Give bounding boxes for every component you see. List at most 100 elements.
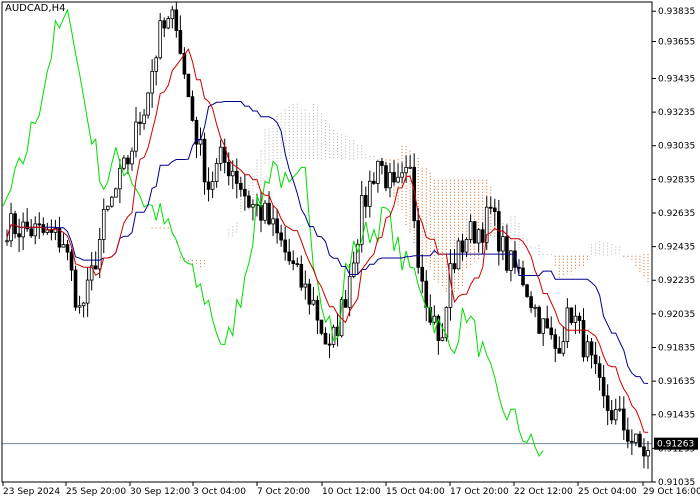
candle-body bbox=[630, 440, 634, 443]
candle-body bbox=[597, 363, 602, 378]
candle-body bbox=[541, 318, 545, 334]
candle-body bbox=[372, 180, 376, 184]
candle-body bbox=[424, 280, 429, 308]
price-tick-label: 0.92635 bbox=[658, 209, 695, 219]
candle-body bbox=[521, 267, 525, 286]
candle-body bbox=[529, 296, 533, 308]
candle-body bbox=[585, 341, 590, 358]
candle-body bbox=[392, 172, 396, 183]
candle-body bbox=[202, 138, 207, 183]
time-tick-label: 17 Oct 20:00 bbox=[450, 487, 509, 497]
price-chart[interactable]: 0.93835 0.93655 0.93435 0.93235 0.93035 0.928… bbox=[0, 0, 700, 500]
price-axis: 0.93835 0.93655 0.93435 0.93235 0.93035 0.928… bbox=[652, 7, 695, 488]
candle-body bbox=[480, 229, 485, 243]
time-tick-label: 3 Oct 04:00 bbox=[193, 487, 246, 497]
candle-body bbox=[343, 299, 348, 308]
candle-body bbox=[230, 170, 235, 177]
candle-body bbox=[291, 260, 296, 265]
candle-body bbox=[154, 57, 158, 72]
candle-body bbox=[170, 9, 175, 19]
candle-body bbox=[634, 433, 638, 443]
candle-body bbox=[460, 240, 465, 253]
candle-body bbox=[29, 228, 34, 237]
candle-body bbox=[601, 377, 606, 397]
candle-body bbox=[190, 96, 195, 121]
candle-body bbox=[363, 195, 368, 207]
candle-body bbox=[404, 167, 408, 174]
candle-body bbox=[158, 20, 163, 59]
candle-body bbox=[557, 347, 562, 354]
price-tick-label: 0.91835 bbox=[658, 343, 695, 353]
candle-body bbox=[178, 30, 183, 54]
candle-body bbox=[122, 157, 126, 169]
candle-body bbox=[396, 176, 400, 183]
candle-body bbox=[626, 429, 630, 442]
candle-body bbox=[355, 243, 360, 264]
price-tick-label: 0.91435 bbox=[658, 411, 695, 421]
candle-body bbox=[142, 114, 146, 124]
candle-body bbox=[609, 410, 614, 421]
candle-body bbox=[561, 341, 566, 354]
candle-body bbox=[130, 150, 134, 165]
candle-body bbox=[307, 283, 312, 305]
time-tick-label: 10 Oct 12:00 bbox=[322, 487, 381, 497]
candle-body bbox=[33, 223, 38, 237]
candle-body bbox=[388, 172, 392, 189]
candle-body bbox=[472, 221, 477, 244]
candle-body bbox=[400, 172, 404, 178]
candle-body bbox=[69, 251, 74, 271]
candle-body bbox=[569, 307, 574, 323]
time-tick-label: 25 Sep 20:00 bbox=[66, 487, 126, 497]
candle-body bbox=[210, 181, 215, 190]
candle-body bbox=[77, 305, 82, 308]
price-tick-label: 0.93655 bbox=[658, 38, 695, 48]
candle-body bbox=[464, 239, 469, 253]
candle-body bbox=[368, 180, 372, 207]
price-tick-label: 0.92835 bbox=[658, 175, 695, 185]
candle-body bbox=[81, 302, 86, 307]
candle-body bbox=[234, 170, 239, 184]
candle-body bbox=[416, 220, 421, 268]
current-price-tag: 0.91263 bbox=[654, 437, 698, 450]
candle-body bbox=[138, 121, 142, 124]
candle-body bbox=[488, 206, 493, 209]
candle-body bbox=[642, 446, 646, 457]
candle-body bbox=[283, 239, 287, 253]
candle-body bbox=[380, 160, 384, 167]
candle-body bbox=[110, 196, 114, 207]
candle-body bbox=[21, 221, 25, 238]
candle-body bbox=[311, 299, 316, 305]
candle-body bbox=[25, 221, 29, 230]
time-tick-label: 30 Sep 12:00 bbox=[130, 487, 190, 497]
candle-body bbox=[573, 315, 578, 323]
candle-body bbox=[440, 337, 445, 341]
candle-body bbox=[452, 263, 457, 270]
candle-body bbox=[174, 9, 179, 31]
time-tick-label: 7 Oct 20:00 bbox=[257, 487, 310, 497]
candle-body bbox=[581, 320, 586, 358]
candle-body bbox=[299, 264, 304, 288]
candle-body bbox=[17, 233, 21, 238]
candle-body bbox=[218, 146, 223, 164]
candle-body bbox=[166, 18, 171, 29]
candle-body bbox=[247, 195, 251, 208]
candle-body bbox=[549, 327, 554, 336]
candle-body bbox=[239, 183, 243, 190]
candle-body bbox=[545, 318, 550, 329]
symbol-title: AUDCAD,H4 bbox=[5, 3, 66, 14]
candle-body bbox=[492, 207, 497, 212]
candle-body bbox=[162, 20, 167, 29]
candle-body bbox=[408, 166, 412, 169]
candle-body bbox=[126, 157, 130, 165]
price-tag-label: 0.91263 bbox=[657, 440, 694, 450]
price-tick-label: 0.91635 bbox=[658, 377, 695, 387]
price-tick-label: 0.93835 bbox=[658, 7, 695, 17]
candle-body bbox=[101, 209, 106, 240]
candle-body bbox=[533, 306, 537, 309]
candle-body bbox=[638, 433, 642, 448]
candle-body bbox=[214, 163, 219, 182]
candle-body bbox=[186, 73, 191, 98]
candle-body bbox=[5, 240, 9, 243]
candle-body bbox=[315, 299, 320, 321]
candle-body bbox=[251, 204, 255, 208]
